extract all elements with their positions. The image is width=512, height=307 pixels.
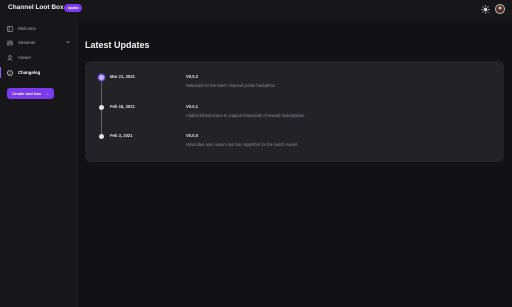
sidebar-item-changelog[interactable]: Changelog bbox=[0, 66, 78, 79]
entry-date: Feb 3, 2021 bbox=[110, 133, 133, 138]
user-icon bbox=[7, 54, 13, 61]
entry-description: Added infrastructure to support thousand… bbox=[186, 113, 306, 118]
sliders-icon bbox=[7, 39, 13, 46]
create-loot-box-label: Create loot box bbox=[12, 91, 42, 96]
entry-date: Feb 16, 2021 bbox=[110, 104, 135, 109]
sun-icon[interactable] bbox=[481, 5, 490, 14]
top-bar: Channel Loot Box alpha bbox=[0, 0, 512, 19]
app-title[interactable]: Channel Loot Box bbox=[8, 4, 64, 11]
timeline-dot bbox=[98, 133, 104, 139]
entry-version: V0.0.1 bbox=[186, 104, 199, 109]
sidebar-item-viewer[interactable]: Viewer bbox=[0, 51, 78, 64]
entry-version: V0.0.0 bbox=[186, 133, 199, 138]
sidebar-item-streamer[interactable]: Streamer bbox=[0, 36, 78, 49]
entry-description: Released for the twitch channel points h… bbox=[186, 83, 277, 88]
sidebar-item-label: Welcome bbox=[18, 26, 36, 31]
sidebar-item-label: Viewer bbox=[18, 55, 32, 60]
chevron-down-icon[interactable] bbox=[66, 40, 70, 44]
entry-date: Mar 21, 2021 bbox=[110, 74, 135, 79]
page-title: Latest Updates bbox=[85, 40, 150, 50]
entry-version: V0.0.2 bbox=[186, 74, 199, 79]
arrow-right-icon: → bbox=[45, 91, 49, 96]
sidebar-item-label: Changelog bbox=[18, 70, 41, 75]
info-icon bbox=[7, 69, 13, 76]
changelog-card: Mar 21, 2021 V0.0.2 Released for the twi… bbox=[85, 61, 504, 162]
entry-description: Initial idea and custom loot box algorit… bbox=[186, 142, 298, 147]
sidebar: Welcome Streamer Viewer Changelog Create… bbox=[0, 19, 78, 307]
sidebar-item-label: Streamer bbox=[18, 40, 36, 45]
sidebar-item-welcome[interactable]: Welcome bbox=[0, 22, 78, 35]
timeline-dot bbox=[98, 104, 104, 110]
avatar[interactable] bbox=[495, 4, 505, 14]
create-loot-box-button[interactable]: Create loot box → bbox=[7, 88, 54, 99]
sidebar-layout-icon bbox=[7, 25, 13, 32]
alpha-badge: alpha bbox=[64, 4, 83, 12]
timeline-dot-current bbox=[97, 73, 105, 81]
